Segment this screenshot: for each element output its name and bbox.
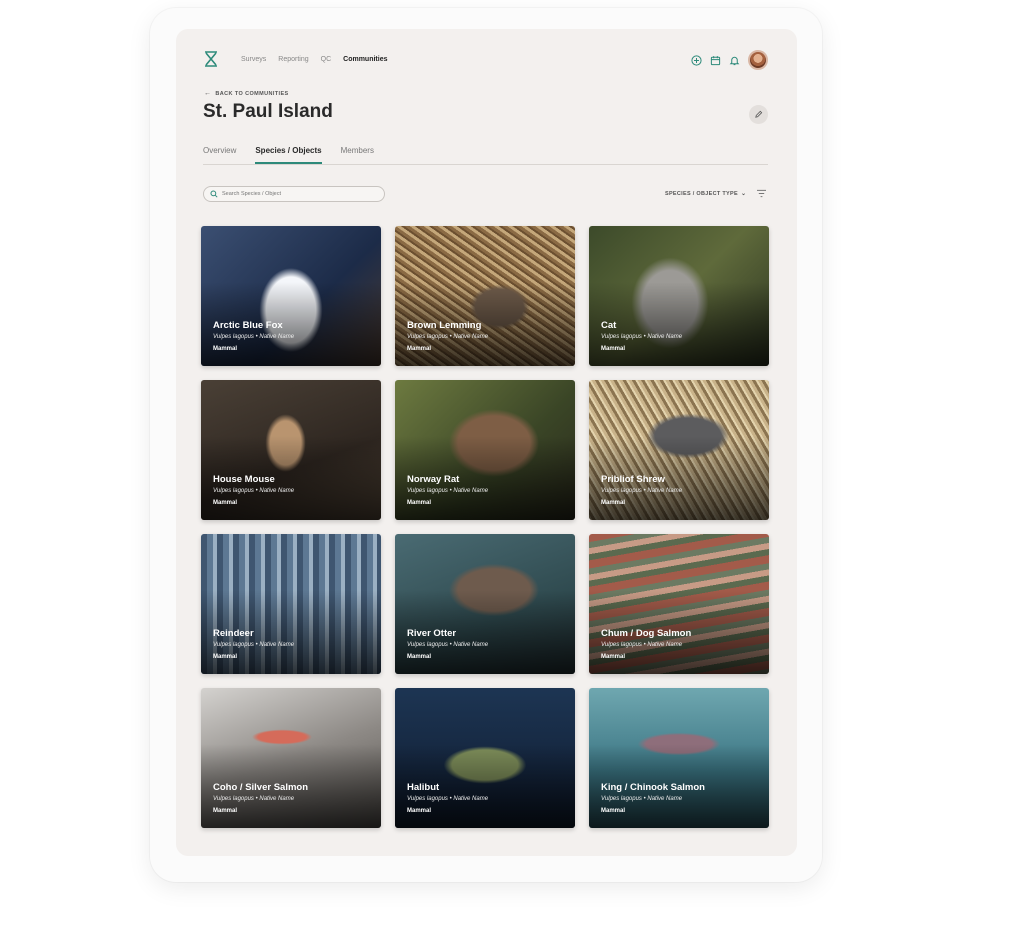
species-scientific-name: Vulpes lagopus • Native Name <box>601 642 683 648</box>
species-type: Mammal <box>213 654 238 660</box>
nav-link-qc[interactable]: QC <box>321 56 332 63</box>
page-title: St. Paul Island <box>203 101 333 122</box>
photo-gradient <box>395 380 575 520</box>
photo-gradient <box>201 534 381 674</box>
top-nav: Surveys Reporting QC Communities <box>176 29 797 93</box>
species-scientific-name: Vulpes lagopus • Native Name <box>601 488 683 494</box>
species-card[interactable]: Pribliof Shrew Vulpes lagopus • Native N… <box>589 380 769 520</box>
species-type: Mammal <box>213 346 238 352</box>
species-scientific-name: Vulpes lagopus • Native Name <box>407 334 489 340</box>
species-card[interactable]: Brown Lemming Vulpes lagopus • Native Na… <box>395 226 575 366</box>
species-scientific-name: Vulpes lagopus • Native Name <box>407 796 489 802</box>
type-filter-dropdown[interactable]: SPECIES / OBJECT TYPE ⌄ <box>665 190 747 198</box>
photo-gradient <box>589 688 769 828</box>
species-type: Mammal <box>601 346 626 352</box>
species-scientific-name: Vulpes lagopus • Native Name <box>601 796 683 802</box>
primary-nav: Surveys Reporting QC Communities <box>241 56 388 63</box>
species-scientific-name: Vulpes lagopus • Native Name <box>407 488 489 494</box>
add-circle-icon[interactable] <box>691 54 702 66</box>
species-scientific-name: Vulpes lagopus • Native Name <box>213 642 295 648</box>
species-card[interactable]: Chum / Dog Salmon Vulpes lagopus • Nativ… <box>589 534 769 674</box>
photo-gradient <box>201 380 381 520</box>
user-avatar[interactable] <box>748 50 768 70</box>
nav-link-communities[interactable]: Communities <box>343 56 387 63</box>
species-type: Mammal <box>601 654 626 660</box>
nav-link-reporting[interactable]: Reporting <box>278 56 308 63</box>
type-filter-label: SPECIES / OBJECT TYPE <box>665 190 738 197</box>
photo-gradient <box>201 226 381 366</box>
species-name: King / Chinook Salmon <box>601 782 705 793</box>
species-scientific-name: Vulpes lagopus • Native Name <box>213 334 295 340</box>
species-card[interactable]: Arctic Blue Fox Vulpes lagopus • Native … <box>201 226 381 366</box>
calendar-icon[interactable] <box>710 55 721 66</box>
species-name: Halibut <box>407 782 440 793</box>
species-name: Reindeer <box>213 628 254 639</box>
species-name: Norway Rat <box>407 474 460 485</box>
photo-gradient <box>589 380 769 520</box>
species-scientific-name: Vulpes lagopus • Native Name <box>601 334 683 340</box>
chevron-down-icon: ⌄ <box>740 191 747 197</box>
species-name: Brown Lemming <box>407 320 482 331</box>
species-type: Mammal <box>601 808 626 814</box>
species-card[interactable]: River Otter Vulpes lagopus • Native Name… <box>395 534 575 674</box>
app-screen: Surveys Reporting QC Communities ← BACK … <box>176 29 797 856</box>
species-name: Arctic Blue Fox <box>213 320 283 331</box>
species-type: Mammal <box>407 808 432 814</box>
species-card[interactable]: King / Chinook Salmon Vulpes lagopus • N… <box>589 688 769 828</box>
app-logo-icon[interactable] <box>203 51 219 67</box>
species-type: Mammal <box>213 500 238 506</box>
filter-icon[interactable] <box>756 189 767 198</box>
pencil-icon <box>755 110 763 118</box>
species-type: Mammal <box>407 346 432 352</box>
nav-link-surveys[interactable]: Surveys <box>241 56 266 63</box>
species-card[interactable]: Coho / Silver Salmon Vulpes lagopus • Na… <box>201 688 381 828</box>
photo-gradient <box>589 226 769 366</box>
species-scientific-name: Vulpes lagopus • Native Name <box>407 642 489 648</box>
species-name: Cat <box>601 320 617 331</box>
edit-button[interactable] <box>749 105 768 124</box>
tab-members[interactable]: Members <box>341 146 374 164</box>
species-name: Coho / Silver Salmon <box>213 782 309 793</box>
species-name: House Mouse <box>213 474 275 485</box>
species-type: Mammal <box>213 808 238 814</box>
nav-actions <box>691 50 768 70</box>
back-link[interactable]: ← BACK TO COMMUNITIES <box>204 90 289 97</box>
search-box <box>203 186 385 202</box>
species-grid: Arctic Blue Fox Vulpes lagopus • Native … <box>201 226 769 828</box>
species-name: River Otter <box>407 628 457 639</box>
search-icon <box>210 190 218 198</box>
species-card[interactable]: Reindeer Vulpes lagopus • Native Name Ma… <box>201 534 381 674</box>
species-scientific-name: Vulpes lagopus • Native Name <box>213 488 295 494</box>
tab-species-objects[interactable]: Species / Objects <box>255 146 322 164</box>
species-name: Pribliof Shrew <box>601 474 665 485</box>
species-type: Mammal <box>601 500 626 506</box>
photo-gradient <box>395 226 575 366</box>
tab-overview[interactable]: Overview <box>203 146 236 164</box>
photo-gradient <box>589 534 769 674</box>
species-card[interactable]: Cat Vulpes lagopus • Native Name Mammal <box>589 226 769 366</box>
species-type: Mammal <box>407 500 432 506</box>
photo-gradient <box>201 688 381 828</box>
species-card[interactable]: Norway Rat Vulpes lagopus • Native Name … <box>395 380 575 520</box>
species-type: Mammal <box>407 654 432 660</box>
species-card[interactable]: Halibut Vulpes lagopus • Native Name Mam… <box>395 688 575 828</box>
tab-bar: Overview Species / Objects Members <box>203 146 768 165</box>
search-input[interactable] <box>222 191 372 197</box>
arrow-left-icon: ← <box>204 90 212 97</box>
back-link-label: BACK TO COMMUNITIES <box>215 90 289 97</box>
photo-gradient <box>395 534 575 674</box>
species-scientific-name: Vulpes lagopus • Native Name <box>213 796 295 802</box>
photo-gradient <box>395 688 575 828</box>
bell-icon[interactable] <box>729 55 740 66</box>
species-name: Chum / Dog Salmon <box>601 628 692 639</box>
species-card[interactable]: House Mouse Vulpes lagopus • Native Name… <box>201 380 381 520</box>
